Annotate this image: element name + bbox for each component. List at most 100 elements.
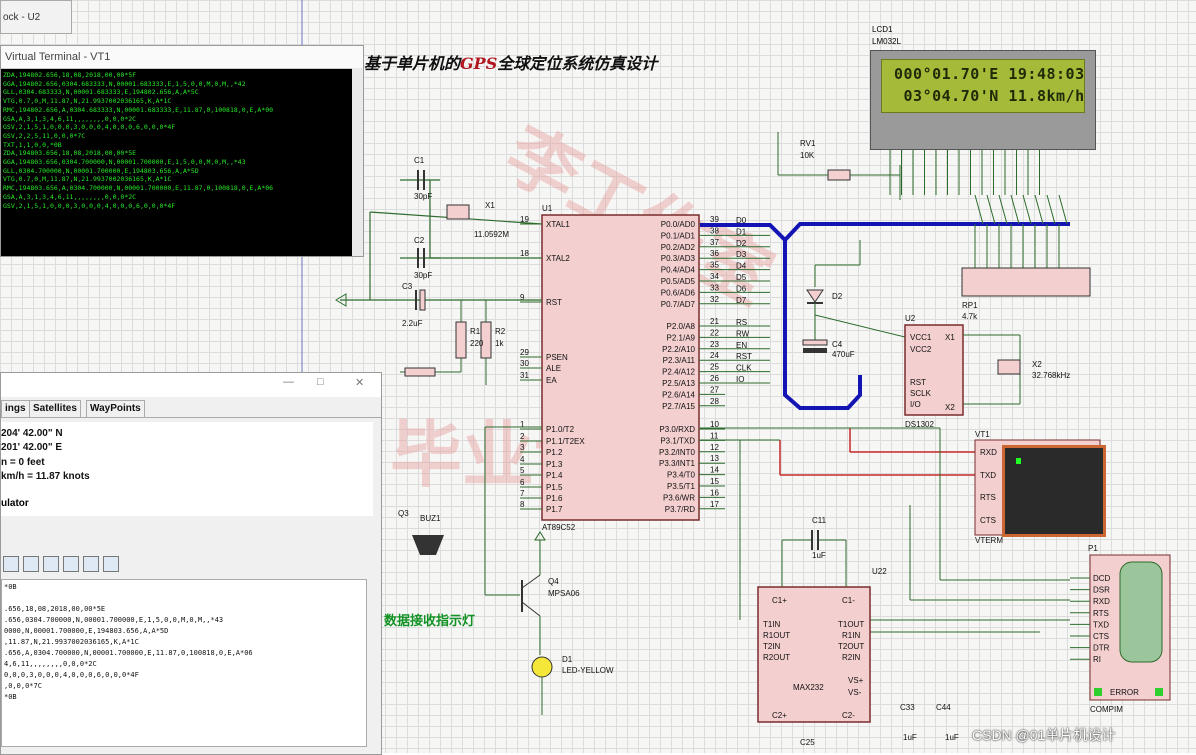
window-tab-u2[interactable]: ock - U2 [0, 0, 72, 34]
virtual-terminal-window[interactable]: Virtual Terminal - VT1 ZDA,194802.656,18… [0, 45, 364, 257]
terminal-scrollbar[interactable] [352, 68, 363, 256]
tool-help-icon[interactable] [63, 556, 79, 572]
mcu-pin-num: 35 [710, 261, 719, 270]
c3-value: 2.2uF [402, 319, 423, 328]
r1-ref: R1 [470, 327, 481, 336]
mcu-pin-name: P1.1/T2EX [546, 437, 585, 446]
p1-pin: CTS [1093, 632, 1109, 641]
mcu-pin-name: P1.7 [546, 505, 563, 514]
vt1-pin-txd: TXD [980, 471, 996, 480]
gps-log-line: .656,A,0304.700000,N,00001.700000,E,11.8… [4, 649, 253, 657]
gps-simulator-window[interactable]: — □ ✕ ings Satellites WayPoints 204' 42.… [0, 372, 382, 755]
lcd-display[interactable]: 000°01.70'E 19:48:03 03°04.70'N 11.8km/h [870, 50, 1096, 150]
u22-pin-t2out: T2OUT [838, 642, 864, 651]
q3-ref: Q3 [398, 509, 409, 518]
gps-log-line: .656,18,08,2018,00,00*5E [4, 605, 106, 613]
gps-nmea-log: *0B .656,18,08,2018,00,00*5E .656,0304.7… [1, 579, 367, 747]
terminal-line: GLL,0304.683333,N,00001.683333,E,194802.… [3, 88, 199, 97]
tool-stop-icon[interactable] [3, 556, 19, 572]
c33-ref: C33 [900, 703, 915, 712]
schematic-canvas[interactable]: 李工作室 毕业设计 U1 AT89C52 XTAL119XTAL218RST9P… [0, 0, 1196, 755]
terminal-line: GSV,2,1,5,1,0,0,0,3,0,0,0,4,0,0,0,6,0,0,… [3, 123, 176, 132]
u22-ref: U22 [872, 567, 887, 576]
u2-ref: U2 [905, 314, 916, 323]
mcu-pin-name: P2.1/A9 [667, 333, 696, 342]
gps-info-panel: 204' 42.00" N 201' 42.00" E n = 0 feet k… [1, 422, 373, 516]
p1-model: COMPIM [1090, 705, 1123, 714]
c25-ref: C25 [800, 738, 815, 747]
gps-log-line: 0000,N,00001.700000,E,194803.656,A,A*5D [4, 627, 169, 635]
rv1-ref: RV1 [800, 139, 816, 148]
c3-ref: C3 [402, 282, 413, 291]
u22-pin-t1out: T1OUT [838, 620, 864, 629]
mcu-pin-num: 25 [710, 363, 719, 372]
mcu-pin-num: 17 [710, 500, 719, 509]
d1-ref: D1 [562, 655, 573, 664]
mcu-pin-num: 12 [710, 443, 719, 452]
mcu-pin-name: P1.3 [546, 460, 563, 469]
u2-pin-rst: RST [910, 378, 926, 387]
rp1-ref: RP1 [962, 301, 978, 310]
tool-play-icon[interactable] [103, 556, 119, 572]
terminal-titlebar[interactable]: Virtual Terminal - VT1 [1, 46, 363, 69]
c2-ref: C2 [414, 236, 425, 245]
mcu-pin-num: 32 [710, 295, 719, 304]
lcd-line-2: 03°04.70'N 11.8km/h [894, 87, 1085, 105]
p1-pin: TXD [1093, 620, 1109, 629]
lcd-ref: LCD1 [872, 25, 893, 34]
gps-log-line: .656,0304.700000,N,00001.700000,E,1,5,0,… [4, 616, 224, 624]
close-icon[interactable]: ✕ [355, 376, 364, 389]
u22-model: MAX232 [793, 683, 824, 692]
p1-pin: DSR [1093, 586, 1110, 595]
tool-settings-icon[interactable] [83, 556, 99, 572]
crystal-x1[interactable] [446, 204, 470, 220]
mcu-pin-num: 8 [520, 500, 525, 509]
tab-waypoints[interactable]: WayPoints [86, 400, 145, 417]
rp1-value: 4.7k [962, 312, 978, 321]
mcu-pin-name: P0.7/AD7 [661, 300, 696, 309]
gps-log-line: ,0,0,0*7C [4, 682, 42, 690]
terminal-line: GSV,2,1,5,1,0,0,0,3,0,0,0,4,0,0,0,6,0,0,… [3, 201, 176, 210]
c11-value: 1uF [812, 551, 826, 560]
mcu-pin-num: 37 [710, 238, 719, 247]
mcu-pin-num: 21 [710, 317, 719, 326]
mcu-ref: U1 [542, 204, 553, 213]
p1-pin: RTS [1093, 609, 1109, 618]
maximize-icon[interactable]: □ [317, 376, 324, 388]
mcu-pin-num: 16 [710, 488, 719, 497]
vt1-pin-cts: CTS [980, 516, 996, 525]
mcu-pin-num: 39 [710, 215, 719, 224]
c44-ref: C44 [936, 703, 951, 712]
minimize-icon[interactable]: — [283, 376, 294, 388]
vterm-screen [1002, 445, 1106, 537]
mcu-pin-name: XTAL2 [546, 254, 570, 263]
mcu-pin-name: P1.4 [546, 471, 563, 480]
mcu-pin-name: P2.0/A8 [667, 322, 696, 331]
u22-pin-c2p: C2+ [772, 711, 787, 720]
q4-value: MPSA06 [548, 589, 580, 598]
vterm-cursor [1016, 458, 1021, 464]
tab-satellites[interactable]: Satellites [29, 400, 81, 417]
tool-save-icon[interactable] [43, 556, 59, 572]
mcu-pin-name: P3.6/WR [663, 493, 695, 502]
terminal-line: VTG,0.7,0,M,11.87,N,21.9937002036165,K,A… [3, 175, 172, 184]
tab-settings[interactable]: ings [1, 400, 30, 417]
c1-value: 30pF [414, 192, 432, 201]
gps-titlebar[interactable]: — □ ✕ [1, 373, 381, 397]
mcu-pin-num: 26 [710, 374, 719, 383]
mcu-pin-name: ALE [546, 364, 561, 373]
gps-emulator-label: ulator [1, 498, 29, 509]
terminal-line: VTG,0.7,0,M,11.87,N,21.9937002036165,K,A… [3, 97, 172, 106]
csdn-watermark: CSDN @01单片机设计 [972, 727, 1116, 743]
mcu-pin-name: P2.3/A11 [663, 356, 696, 365]
terminal-line: GGA,194803.656,0304.700000,N,00001.70000… [3, 158, 246, 167]
mcu-pin-name: EA [546, 376, 557, 385]
mcu-pin-name: P2.4/A12 [662, 368, 695, 377]
vt1-pin-rts: RTS [980, 493, 996, 502]
u2-pin-vcc1: VCC1 [910, 333, 932, 342]
tool-open-icon[interactable] [23, 556, 39, 572]
u22-pin-r1out: R1OUT [763, 631, 790, 640]
x1-value: 11.0592M [474, 230, 509, 239]
lcd-model: LM032L [872, 37, 901, 46]
mcu-pin-num: 6 [520, 478, 525, 487]
